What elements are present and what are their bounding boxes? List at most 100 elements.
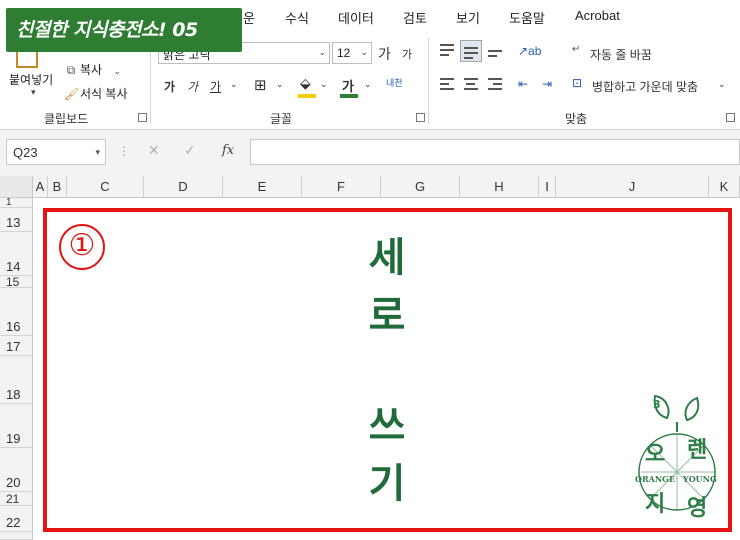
chevron-down-icon: ⌄ — [360, 47, 368, 57]
merged-cell-frame[interactable]: ① 세 로 쓰 기 3 오 렌 지 영 ORANGE YOUNG — [43, 208, 732, 532]
row-header-15[interactable]: 15 — [0, 275, 33, 289]
chevron-down-icon[interactable]: ⌄ — [320, 79, 328, 90]
column-header-i[interactable]: I — [539, 176, 556, 198]
orange-young-logo: 3 오 렌 지 영 ORANGE YOUNG — [635, 392, 729, 522]
chevron-down-icon[interactable]: ⌄ — [113, 66, 121, 76]
tab-data[interactable]: 데이터 — [338, 8, 374, 27]
vertical-text-char: 로 — [368, 293, 406, 339]
copy-icon: ⧉ — [66, 63, 76, 77]
font-color-button[interactable]: 가 — [342, 76, 354, 95]
row-header-13[interactable]: 13 — [0, 208, 33, 232]
orientation-icon[interactable]: ↗ab — [518, 44, 541, 58]
tab-review[interactable]: 검토 — [403, 8, 427, 27]
name-box[interactable]: Q23 ▾ — [6, 139, 106, 165]
font-size-value: 12 — [337, 46, 351, 60]
borders-icon[interactable]: ⊞ — [254, 76, 267, 94]
insert-function-button[interactable]: fx — [222, 143, 234, 158]
align-middle-icon — [464, 47, 478, 62]
align-top-icon[interactable] — [440, 44, 454, 59]
column-header-f[interactable]: F — [302, 176, 381, 198]
row-header-21[interactable]: 21 — [0, 492, 33, 506]
vertical-text-char: 쓰 — [368, 403, 406, 449]
chevron-down-icon[interactable]: ▾ — [31, 87, 36, 98]
chevron-down-icon[interactable]: ⌄ — [364, 79, 372, 90]
align-bottom-icon[interactable] — [488, 50, 502, 60]
grow-font-button[interactable]: 가 — [378, 44, 391, 64]
dialog-launcher-icon[interactable] — [416, 113, 425, 122]
column-header-e[interactable]: E — [223, 176, 302, 198]
chevron-down-icon[interactable]: ⌄ — [276, 79, 284, 90]
row-header-14[interactable]: 14 — [0, 232, 33, 276]
chevron-down-icon[interactable]: ▾ — [95, 147, 100, 158]
alignment-group-label: 맞춤 — [565, 112, 588, 126]
fill-color-icon[interactable]: ⬙ — [300, 75, 311, 92]
align-left-icon[interactable] — [440, 78, 454, 93]
tab-view[interactable]: 보기 — [456, 8, 480, 27]
dialog-launcher-icon[interactable] — [726, 113, 735, 122]
merge-center-button[interactable]: 병합하고 가운데 맞춤 — [592, 78, 698, 95]
column-header-j[interactable]: J — [556, 176, 709, 198]
wrap-text-button[interactable]: 자동 줄 바꿈 — [590, 46, 652, 63]
circled-number: ① — [59, 224, 105, 270]
logo-word-right: YOUNG — [683, 474, 717, 484]
align-right-icon[interactable] — [488, 78, 502, 93]
chevron-down-icon[interactable]: ⌄ — [718, 79, 726, 90]
cancel-icon[interactable]: ✕ — [148, 142, 160, 159]
name-box-value: Q23 — [13, 145, 38, 160]
row-header-19[interactable]: 19 — [0, 404, 33, 448]
column-header-a[interactable]: A — [33, 176, 48, 198]
column-header-c[interactable]: C — [67, 176, 144, 198]
fill-color-swatch — [298, 94, 316, 98]
row-header-17[interactable]: 17 — [0, 336, 33, 356]
copy-label: 복사 — [80, 63, 103, 77]
drag-handle-icon[interactable]: ⋮ — [118, 144, 130, 158]
tab-layout-partial[interactable]: 운 — [243, 8, 255, 27]
tab-acrobat[interactable]: Acrobat — [575, 8, 620, 23]
tab-formulas[interactable]: 수식 — [285, 8, 309, 27]
column-header-g[interactable]: G — [381, 176, 460, 198]
row-header-20[interactable]: 20 — [0, 448, 33, 492]
font-size-select[interactable]: 12 ⌄ — [332, 42, 372, 64]
ribbon-tab-bar: 친절한 지식충전소! 05 운 수식 데이터 검토 보기 도움말 Acrobat — [0, 0, 740, 52]
bold-button[interactable]: 가 — [164, 78, 175, 95]
decrease-indent-icon[interactable]: ⇤ — [518, 77, 528, 91]
wrap-text-icon: ↵ — [572, 44, 581, 55]
logo-number: 3 — [653, 398, 661, 411]
column-header-d[interactable]: D — [144, 176, 223, 198]
logo-char: 오 — [645, 442, 666, 467]
row-header-1[interactable]: 1 — [0, 197, 33, 208]
chevron-down-icon[interactable]: ⌄ — [230, 79, 238, 90]
select-all-corner[interactable] — [0, 176, 33, 198]
clipboard-group-label: 클립보드 — [44, 112, 89, 126]
column-header-h[interactable]: H — [460, 176, 539, 198]
logo-word-left: ORANGE — [635, 474, 676, 484]
channel-badge: 친절한 지식충전소! 05 — [6, 8, 242, 52]
shrink-font-button[interactable]: 가 — [402, 46, 412, 62]
copy-button[interactable]: ⧉ 복사 ⌄ — [64, 61, 121, 78]
format-painter-label: 서식 복사 — [80, 87, 128, 101]
phonetic-button[interactable]: 내천 — [386, 76, 403, 89]
format-painter-button[interactable]: 🖌서식 복사 — [64, 85, 128, 102]
column-header-b[interactable]: B — [48, 176, 67, 198]
tab-help[interactable]: 도움말 — [509, 8, 545, 27]
formula-input[interactable] — [250, 139, 740, 165]
row-header-16[interactable]: 16 — [0, 288, 33, 336]
group-divider — [428, 38, 429, 124]
row-header-18[interactable]: 18 — [0, 356, 33, 404]
logo-char: 영 — [687, 496, 708, 521]
font-color-swatch — [340, 94, 358, 98]
underline-button[interactable]: 가 — [210, 78, 221, 95]
formula-bar: Q23 ▾ ⋮ ✕ ✓ fx — [0, 130, 740, 176]
column-header-k[interactable]: K — [709, 176, 740, 198]
row-header-22[interactable]: 22 — [0, 506, 33, 532]
vertical-text-char: 기 — [368, 461, 406, 507]
increase-indent-icon[interactable]: ⇥ — [542, 77, 552, 91]
paste-button[interactable]: 붙여넣기 — [9, 71, 53, 88]
italic-button[interactable]: 가 — [187, 78, 198, 95]
row-header-23[interactable] — [0, 532, 33, 540]
dialog-launcher-icon[interactable] — [138, 113, 147, 122]
enter-icon[interactable]: ✓ — [184, 142, 196, 159]
logo-char: 지 — [645, 492, 666, 517]
logo-char: 렌 — [687, 438, 708, 463]
align-center-icon[interactable] — [464, 78, 478, 93]
